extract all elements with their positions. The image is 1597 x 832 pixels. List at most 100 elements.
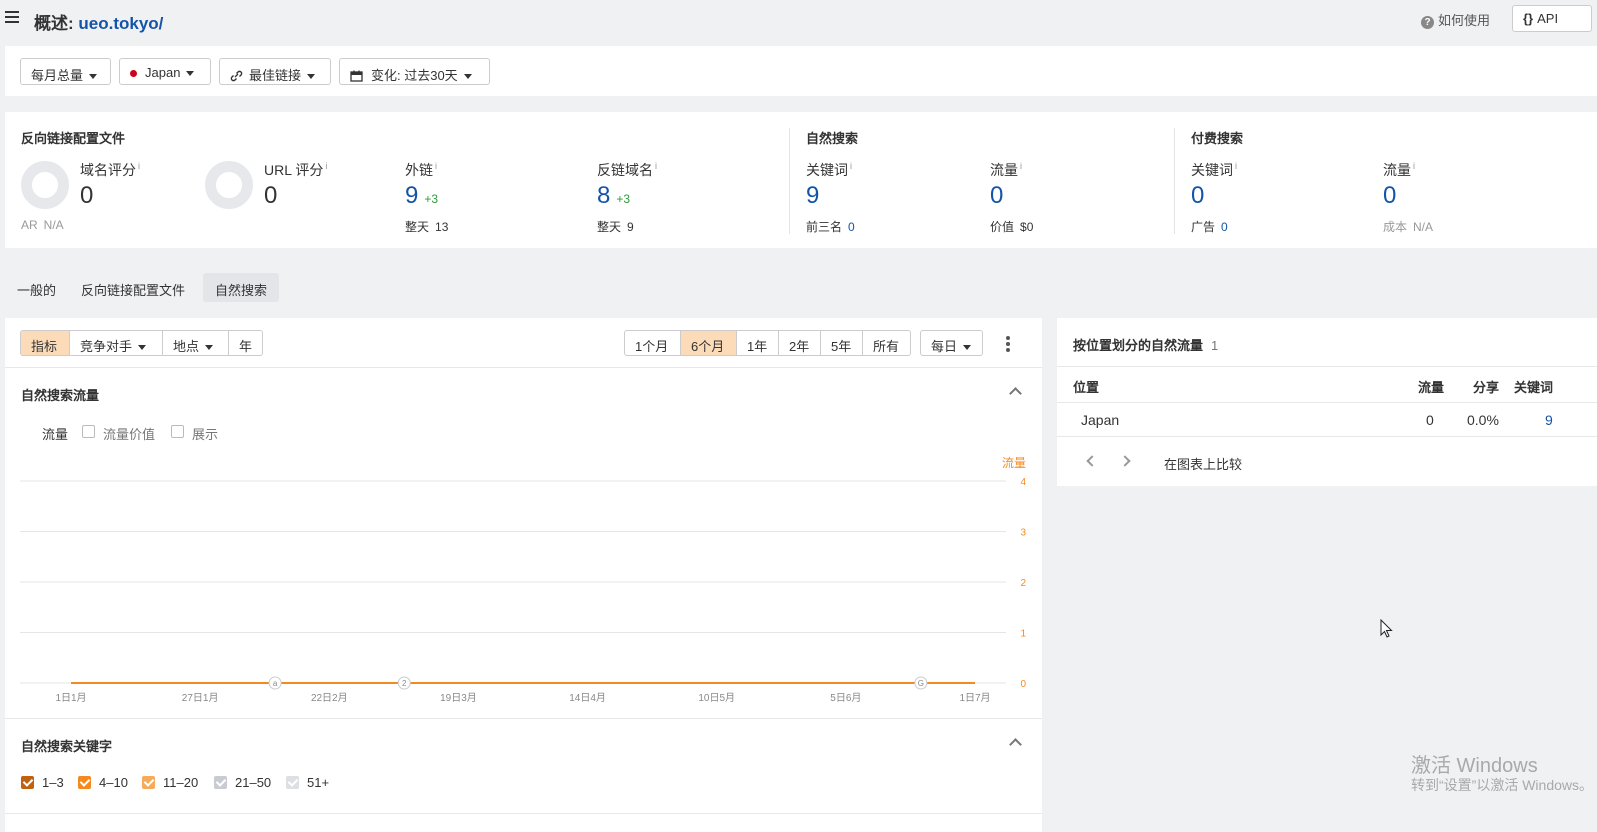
paid-cost-value: N/A: [1413, 220, 1434, 234]
collapse-chevron-icon[interactable]: [1009, 738, 1022, 751]
ahrefs-rank: AR N/A: [21, 218, 64, 232]
url-rating-label[interactable]: URL 评分 i: [264, 160, 327, 180]
col-header-traffic[interactable]: 流量: [1418, 377, 1444, 396]
organic-keywords-value[interactable]: 9: [806, 182, 819, 210]
hamburger-menu-icon[interactable]: [5, 11, 19, 24]
info-icon[interactable]: i: [325, 161, 327, 171]
range-1-month[interactable]: 1个月: [624, 330, 681, 356]
keyword-position-checkbox-label[interactable]: 11–20: [163, 775, 198, 790]
info-icon[interactable]: i: [1235, 161, 1237, 171]
caret-down-icon: [307, 74, 316, 80]
impressions-checkbox[interactable]: [171, 425, 184, 438]
backlink-profile-title: 反向链接配置文件: [21, 131, 126, 146]
refdomains-value[interactable]: 8 +3: [597, 182, 630, 210]
backlinks-delta: +3: [424, 192, 439, 206]
country-label: Japan: [145, 65, 181, 80]
metrics-toggle[interactable]: 指标: [20, 330, 70, 356]
location-dropdown[interactable]: 地点: [162, 330, 229, 356]
keyword-position-checkbox[interactable]: [78, 776, 91, 789]
organic-keywords-label[interactable]: 关键词 i: [806, 160, 852, 180]
refdomains-alltime-value: 9: [627, 220, 634, 234]
keyword-position-checkbox-label[interactable]: 4–10: [99, 775, 128, 790]
info-icon[interactable]: i: [435, 161, 437, 171]
url-rating-gauge: [205, 161, 253, 209]
organic-traffic-label[interactable]: 流量 i: [990, 160, 1022, 180]
organic-traffic-chart: 流量 0 1 2 3 4 1日1月 27日1月 22日2月 19日3月 14日4月 10日5月 5日6月…: [20, 456, 1026, 704]
year-toggle[interactable]: 年: [228, 330, 263, 356]
granularity-dropdown[interactable]: 每日: [920, 330, 983, 356]
paid-ads-value[interactable]: 0: [1221, 220, 1228, 234]
y-tick-label: 1: [1020, 629, 1026, 640]
tab-backlink-profile[interactable]: 反向链接配置文件: [69, 273, 197, 302]
refdomains-label[interactable]: 反链域名 i: [597, 160, 657, 180]
previous-page-icon[interactable]: [1086, 455, 1098, 467]
col-header-keywords[interactable]: 关键词: [1514, 377, 1553, 396]
competitors-dropdown[interactable]: 竞争对手: [69, 330, 163, 356]
keyword-position-checkbox-label[interactable]: 51+: [307, 775, 329, 790]
domain-rating-gauge: [21, 161, 69, 209]
info-icon[interactable]: i: [1020, 161, 1022, 171]
country-dropdown[interactable]: Japan: [119, 58, 211, 85]
info-icon[interactable]: i: [850, 161, 852, 171]
keyword-position-checkbox[interactable]: [286, 776, 299, 789]
organic-value-amount: $0: [1020, 220, 1034, 234]
row-keywords[interactable]: 9: [1545, 412, 1553, 428]
page-title-domain[interactable]: ueo.tokyo/: [78, 14, 163, 33]
impressions-checkbox-label[interactable]: 展示: [192, 424, 218, 443]
collapse-chevron-icon[interactable]: [1009, 387, 1022, 400]
more-options-icon[interactable]: [1006, 336, 1010, 352]
backlinks-alltime-label: 整天: [405, 220, 430, 234]
traffic-value-checkbox-label[interactable]: 流量价值: [103, 424, 155, 443]
backlinks-value[interactable]: 9 +3: [405, 182, 438, 210]
ahrefs-rank-value: N/A: [43, 218, 64, 232]
range-1-year[interactable]: 1年: [736, 330, 779, 356]
col-header-location[interactable]: 位置: [1073, 377, 1099, 396]
keyword-position-checkbox-label[interactable]: 1–3: [42, 775, 64, 790]
range-5-years[interactable]: 5年: [820, 330, 863, 356]
paid-keywords-value[interactable]: 0: [1191, 182, 1204, 210]
url-rating-label-text: URL 评分: [264, 162, 324, 178]
paid-keywords-label[interactable]: 关键词 i: [1191, 160, 1237, 180]
next-page-icon[interactable]: [1119, 455, 1131, 467]
range-all[interactable]: 所有: [862, 330, 911, 356]
organic-top3-value[interactable]: 0: [848, 220, 855, 234]
change-period-dropdown[interactable]: 变化: 过去30天: [339, 58, 490, 85]
domain-rating-label[interactable]: 域名评分 i: [80, 160, 140, 180]
paid-keywords-label-text: 关键词: [1191, 162, 1233, 178]
traffic-checkbox-label[interactable]: 流量: [42, 424, 68, 443]
help-link[interactable]: ? 如何使用: [1421, 10, 1490, 29]
tab-general[interactable]: 一般的: [5, 273, 68, 302]
keyword-position-checkbox[interactable]: [142, 776, 155, 789]
y-tick-label: 4: [1020, 477, 1026, 488]
backlinks-label[interactable]: 外链 i: [405, 160, 437, 180]
info-icon[interactable]: i: [1413, 161, 1415, 171]
keyword-position-checkbox[interactable]: [21, 776, 34, 789]
api-label: API: [1537, 11, 1559, 26]
paid-traffic-value[interactable]: 0: [1383, 182, 1396, 210]
domain-rating-label-text: 域名评分: [80, 162, 136, 178]
x-tick-label: 1日1月: [55, 692, 86, 704]
info-icon[interactable]: i: [138, 161, 140, 171]
caret-down-icon: [186, 71, 195, 77]
organic-value-label: 价值: [990, 220, 1015, 234]
range-2-years[interactable]: 2年: [778, 330, 821, 356]
backlinks-alltime: 整天 13: [405, 218, 448, 235]
url-rating-value: 0: [264, 182, 278, 209]
paid-traffic-label[interactable]: 流量 i: [1383, 160, 1415, 180]
traffic-value-checkbox[interactable]: [82, 425, 95, 438]
backlinks-number: 9: [405, 182, 419, 209]
col-header-share[interactable]: 分享: [1473, 377, 1499, 396]
granularity-label: 每日: [931, 339, 958, 354]
tab-organic-search[interactable]: 自然搜索: [203, 273, 280, 302]
traffic-checkbox[interactable]: [21, 425, 34, 438]
api-button[interactable]: {} API: [1512, 5, 1592, 32]
organic-traffic-value[interactable]: 0: [990, 182, 1003, 210]
filter-bar: 每月总量 Japan 最佳链接 变化: 过去30天: [5, 46, 1597, 96]
volume-mode-dropdown[interactable]: 每月总量: [20, 58, 111, 85]
range-6-months[interactable]: 6个月: [680, 330, 737, 356]
keyword-position-checkbox[interactable]: [214, 776, 227, 789]
compare-on-chart-link[interactable]: 在图表上比较: [1164, 454, 1242, 473]
links-mode-dropdown[interactable]: 最佳链接: [219, 58, 331, 85]
keyword-position-checkbox-label[interactable]: 21–50: [235, 775, 271, 790]
info-icon[interactable]: i: [655, 161, 657, 171]
